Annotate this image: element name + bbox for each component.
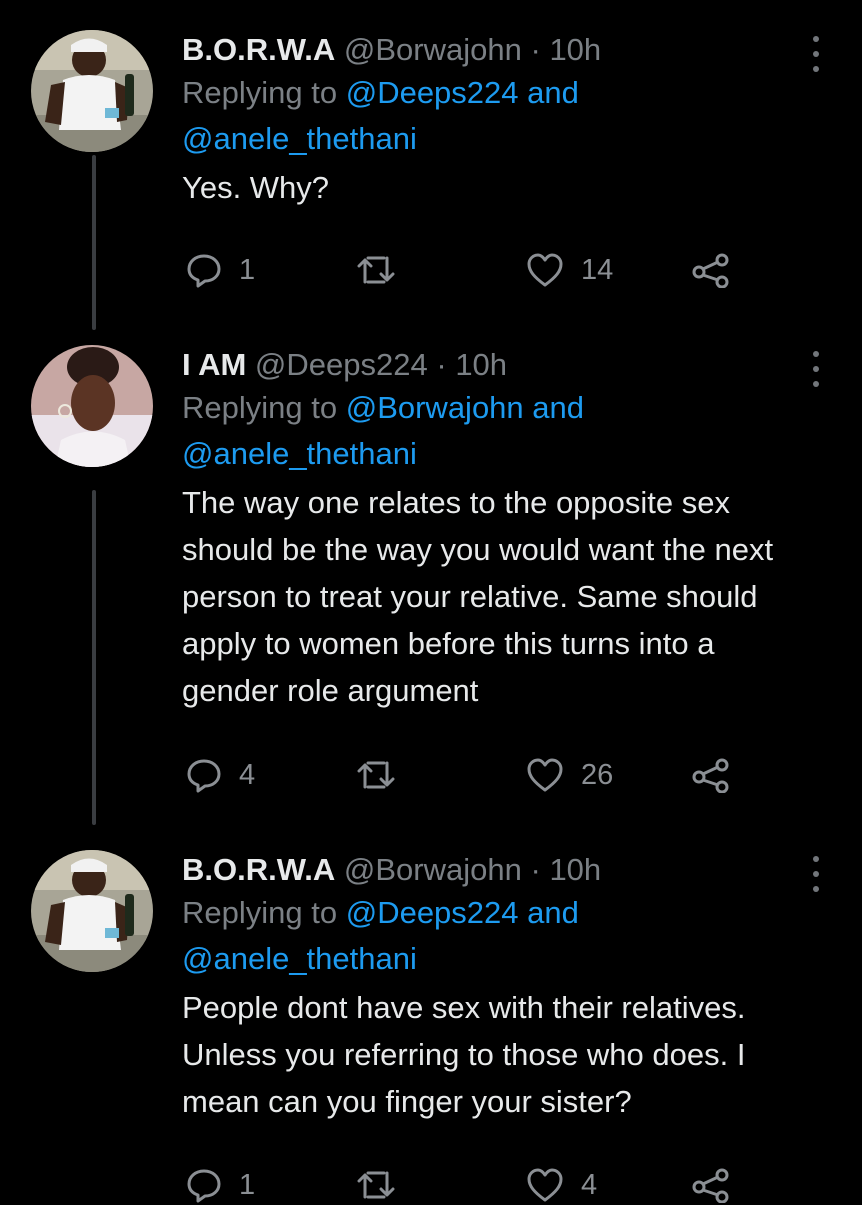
replying-to-label: Replying to — [182, 895, 338, 930]
share-button[interactable] — [691, 250, 731, 290]
mention-link[interactable]: @Deeps224 — [346, 895, 519, 930]
reply-count: 1 — [239, 1168, 256, 1201]
replying-to: Replying to @Deeps224 and @anele_thethan… — [182, 70, 802, 162]
retweet-button[interactable] — [356, 755, 396, 795]
author-handle[interactable]: @Deeps224 — [255, 347, 428, 382]
reply-count: 4 — [239, 758, 256, 791]
mention-conjunction[interactable]: and — [532, 390, 584, 425]
like-count: 14 — [581, 253, 614, 286]
timestamp[interactable]: 10h — [549, 852, 601, 887]
replying-to: Replying to @Deeps224 and @anele_thethan… — [182, 890, 802, 982]
like-count: 26 — [581, 758, 614, 791]
separator: · — [530, 852, 541, 887]
action-bar: 4 26 — [186, 755, 746, 795]
like-button[interactable]: 26 — [526, 755, 613, 795]
more-options-icon[interactable] — [808, 36, 824, 72]
like-button[interactable]: 14 — [526, 250, 613, 290]
author-handle[interactable]: @Borwajohn — [344, 32, 522, 67]
reply-button[interactable]: 1 — [186, 1165, 255, 1205]
tweet-text: The way one relates to the opposite sex … — [182, 485, 774, 708]
action-bar: 1 14 — [186, 250, 746, 290]
reply-count: 1 — [239, 253, 256, 286]
separator: · — [530, 32, 541, 67]
reply-button[interactable]: 4 — [186, 755, 255, 795]
avatar[interactable] — [31, 30, 153, 152]
mention-link[interactable]: @anele_thethani — [182, 121, 417, 156]
reply-icon — [187, 1169, 221, 1203]
mention-link[interactable]: @Borwajohn — [346, 390, 524, 425]
retweet-icon — [357, 1171, 395, 1199]
more-options-icon[interactable] — [808, 856, 824, 892]
author-name[interactable]: I AM — [182, 347, 246, 382]
mention-conjunction[interactable]: and — [527, 895, 579, 930]
retweet-icon — [357, 256, 395, 284]
share-button[interactable] — [691, 755, 731, 795]
avatar[interactable] — [31, 850, 153, 972]
share-button[interactable] — [691, 1165, 731, 1205]
like-button[interactable]: 4 — [526, 1165, 597, 1205]
timestamp[interactable]: 10h — [549, 32, 601, 67]
author-handle[interactable]: @Borwajohn — [344, 852, 522, 887]
action-bar: 1 4 — [186, 1165, 746, 1205]
share-icon — [692, 758, 729, 793]
tweet-text: Yes. Why? — [182, 170, 330, 205]
retweet-button[interactable] — [356, 1165, 396, 1205]
replying-to: Replying to @Borwajohn and @anele_thetha… — [182, 385, 802, 477]
replying-to-label: Replying to — [182, 390, 338, 425]
author-name[interactable]: B.O.R.W.A — [182, 852, 335, 887]
reply-icon — [187, 254, 221, 288]
mention-link[interactable]: @anele_thethani — [182, 436, 417, 471]
separator: · — [436, 347, 447, 382]
mention-link[interactable]: @anele_thethani — [182, 941, 417, 976]
tweet[interactable]: B.O.R.W.A @Borwajohn · 10h Replying to @… — [0, 850, 862, 1203]
tweet-text: People dont have sex with their relative… — [182, 990, 746, 1119]
like-icon — [527, 758, 563, 792]
share-icon — [692, 253, 729, 288]
more-options-icon[interactable] — [808, 351, 824, 387]
replying-to-label: Replying to — [182, 75, 338, 110]
mention-conjunction[interactable]: and — [527, 75, 579, 110]
like-icon — [527, 1168, 563, 1202]
mention-link[interactable]: @Deeps224 — [346, 75, 519, 110]
author-name[interactable]: B.O.R.W.A — [182, 32, 335, 67]
avatar[interactable] — [31, 345, 153, 467]
timestamp[interactable]: 10h — [455, 347, 507, 382]
retweet-button[interactable] — [356, 250, 396, 290]
reply-button[interactable]: 1 — [186, 250, 255, 290]
like-icon — [527, 253, 563, 287]
retweet-icon — [357, 761, 395, 789]
share-icon — [692, 1168, 729, 1203]
reply-icon — [187, 759, 221, 793]
like-count: 4 — [581, 1168, 598, 1201]
tweet[interactable]: I AM @Deeps224 · 10h Replying to @Borwaj… — [0, 345, 862, 805]
tweet[interactable]: B.O.R.W.A @Borwajohn · 10h Replying to @… — [0, 30, 862, 300]
